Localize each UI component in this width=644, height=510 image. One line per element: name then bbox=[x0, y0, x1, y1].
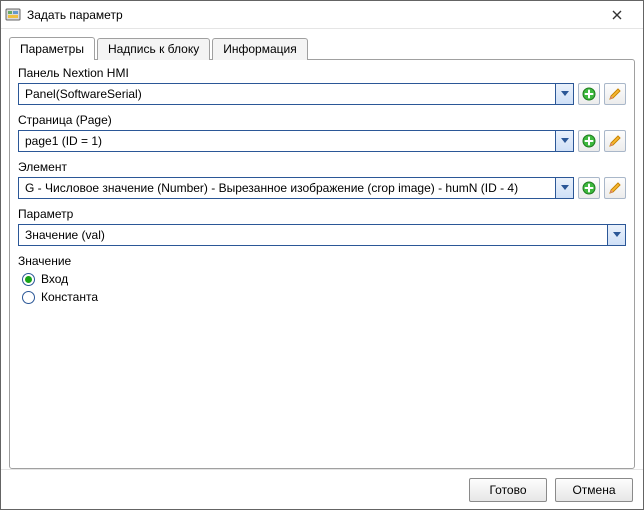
tabpanel-parameters: Панель Nextion HMI Panel(SoftwareSerial) bbox=[9, 59, 635, 469]
tab-information[interactable]: Информация bbox=[212, 38, 307, 60]
field-element: Элемент G - Числовое значение (Number) -… bbox=[18, 160, 626, 199]
dialog-window: Задать параметр Параметры Надпись к блок… bbox=[0, 0, 644, 510]
value-radio-input[interactable]: Вход bbox=[22, 272, 626, 286]
field-label: Страница (Page) bbox=[18, 113, 626, 127]
panel-add-button[interactable] bbox=[578, 83, 600, 105]
tab-block-caption[interactable]: Надпись к блоку bbox=[97, 38, 210, 60]
page-value: page1 (ID = 1) bbox=[19, 134, 555, 148]
page-combobox[interactable]: page1 (ID = 1) bbox=[18, 130, 574, 152]
field-param: Параметр Значение (val) bbox=[18, 207, 626, 246]
cancel-button[interactable]: Отмена bbox=[555, 478, 633, 502]
field-label: Параметр bbox=[18, 207, 626, 221]
window-title: Задать параметр bbox=[27, 8, 597, 22]
radio-indicator bbox=[22, 291, 35, 304]
param-value: Значение (val) bbox=[19, 228, 607, 242]
button-label: Отмена bbox=[572, 483, 615, 497]
field-panel: Панель Nextion HMI Panel(SoftwareSerial) bbox=[18, 66, 626, 105]
chevron-down-icon[interactable] bbox=[555, 131, 573, 151]
radio-label: Вход bbox=[41, 272, 68, 286]
tab-parameters[interactable]: Параметры bbox=[9, 37, 95, 60]
page-edit-button[interactable] bbox=[604, 130, 626, 152]
app-icon bbox=[5, 7, 21, 23]
element-combobox[interactable]: G - Числовое значение (Number) - Вырезан… bbox=[18, 177, 574, 199]
button-label: Готово bbox=[489, 483, 526, 497]
element-value: G - Числовое значение (Number) - Вырезан… bbox=[19, 181, 555, 195]
field-value: Значение Вход Константа bbox=[18, 254, 626, 304]
radio-label: Константа bbox=[41, 290, 98, 304]
radio-indicator bbox=[22, 273, 35, 286]
param-combobox[interactable]: Значение (val) bbox=[18, 224, 626, 246]
chevron-down-icon[interactable] bbox=[555, 84, 573, 104]
tab-label: Параметры bbox=[20, 42, 84, 56]
chevron-down-icon[interactable] bbox=[607, 225, 625, 245]
ok-button[interactable]: Готово bbox=[469, 478, 547, 502]
dialog-footer: Готово Отмена bbox=[1, 469, 643, 509]
field-label: Элемент bbox=[18, 160, 626, 174]
value-radio-constant[interactable]: Константа bbox=[22, 290, 626, 304]
close-button[interactable] bbox=[597, 4, 637, 26]
panel-value: Panel(SoftwareSerial) bbox=[19, 87, 555, 101]
panel-combobox[interactable]: Panel(SoftwareSerial) bbox=[18, 83, 574, 105]
element-edit-button[interactable] bbox=[604, 177, 626, 199]
tabstrip: Параметры Надпись к блоку Информация bbox=[9, 35, 635, 59]
chevron-down-icon[interactable] bbox=[555, 178, 573, 198]
field-label: Значение bbox=[18, 254, 626, 268]
content-area: Параметры Надпись к блоку Информация Пан… bbox=[1, 29, 643, 469]
tab-label: Информация bbox=[223, 42, 296, 56]
element-add-button[interactable] bbox=[578, 177, 600, 199]
panel-edit-button[interactable] bbox=[604, 83, 626, 105]
tab-label: Надпись к блоку bbox=[108, 42, 199, 56]
titlebar: Задать параметр bbox=[1, 1, 643, 29]
field-page: Страница (Page) page1 (ID = 1) bbox=[18, 113, 626, 152]
page-add-button[interactable] bbox=[578, 130, 600, 152]
field-label: Панель Nextion HMI bbox=[18, 66, 626, 80]
